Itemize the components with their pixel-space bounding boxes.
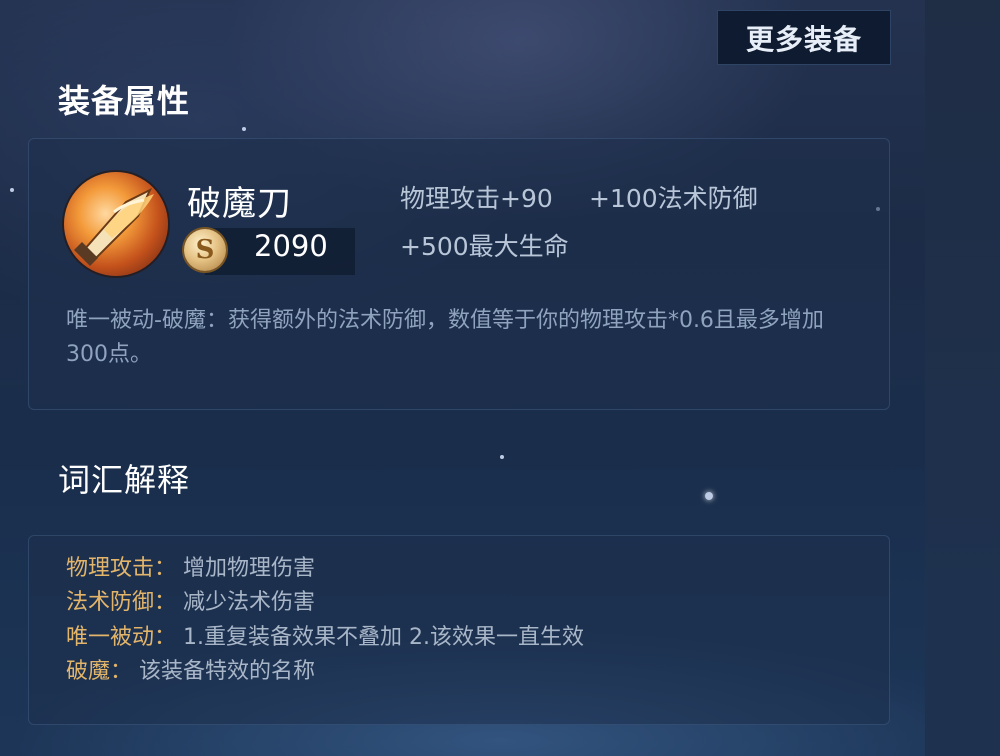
stat-physical-attack: 物理攻击+90	[400, 184, 553, 213]
star-decoration	[10, 188, 14, 192]
glossary-definition: 该装备特效的名称	[139, 659, 316, 684]
stat-magic-defense: +100法术防御	[589, 184, 758, 213]
glossary-entry: 破魔： 该装备特效的名称	[66, 653, 315, 685]
glossary-entry: 唯一被动： 1.重复装备效果不叠加 2.该效果一直生效	[66, 619, 584, 651]
item-name: 破魔刀	[187, 184, 292, 224]
gold-coin-icon: S	[184, 229, 226, 271]
star-decoration	[500, 455, 504, 459]
glossary-term: 法术防御：	[66, 590, 177, 615]
glossary-definition: 减少法术伤害	[183, 590, 316, 615]
stat-max-health: +500最大生命	[400, 232, 569, 261]
glossary-entry: 法术防御： 减少法术伤害	[66, 584, 315, 616]
glossary-section-title: 词汇解释	[58, 461, 191, 499]
glossary-term: 物理攻击：	[66, 556, 177, 581]
right-edge-panel	[925, 0, 1000, 756]
glossary-entry: 物理攻击： 增加物理伤害	[66, 550, 315, 582]
star-decoration	[705, 492, 713, 500]
item-price: 2090	[254, 229, 328, 263]
glossary-definition: 1.重复装备效果不叠加 2.该效果一直生效	[183, 625, 584, 650]
passive-description: 唯一被动-破魔：获得额外的法术防御，数值等于你的物理攻击*0.6且最多增加300…	[66, 308, 824, 367]
glossary-definition: 增加物理伤害	[183, 556, 316, 581]
attributes-section-title: 装备属性	[58, 82, 191, 120]
glossary-term: 破魔：	[66, 659, 133, 684]
star-decoration	[242, 127, 246, 131]
more-equipment-button[interactable]: 更多装备	[717, 10, 891, 65]
demon-breaker-blade-icon	[64, 172, 168, 276]
glossary-term: 唯一被动：	[66, 625, 177, 650]
